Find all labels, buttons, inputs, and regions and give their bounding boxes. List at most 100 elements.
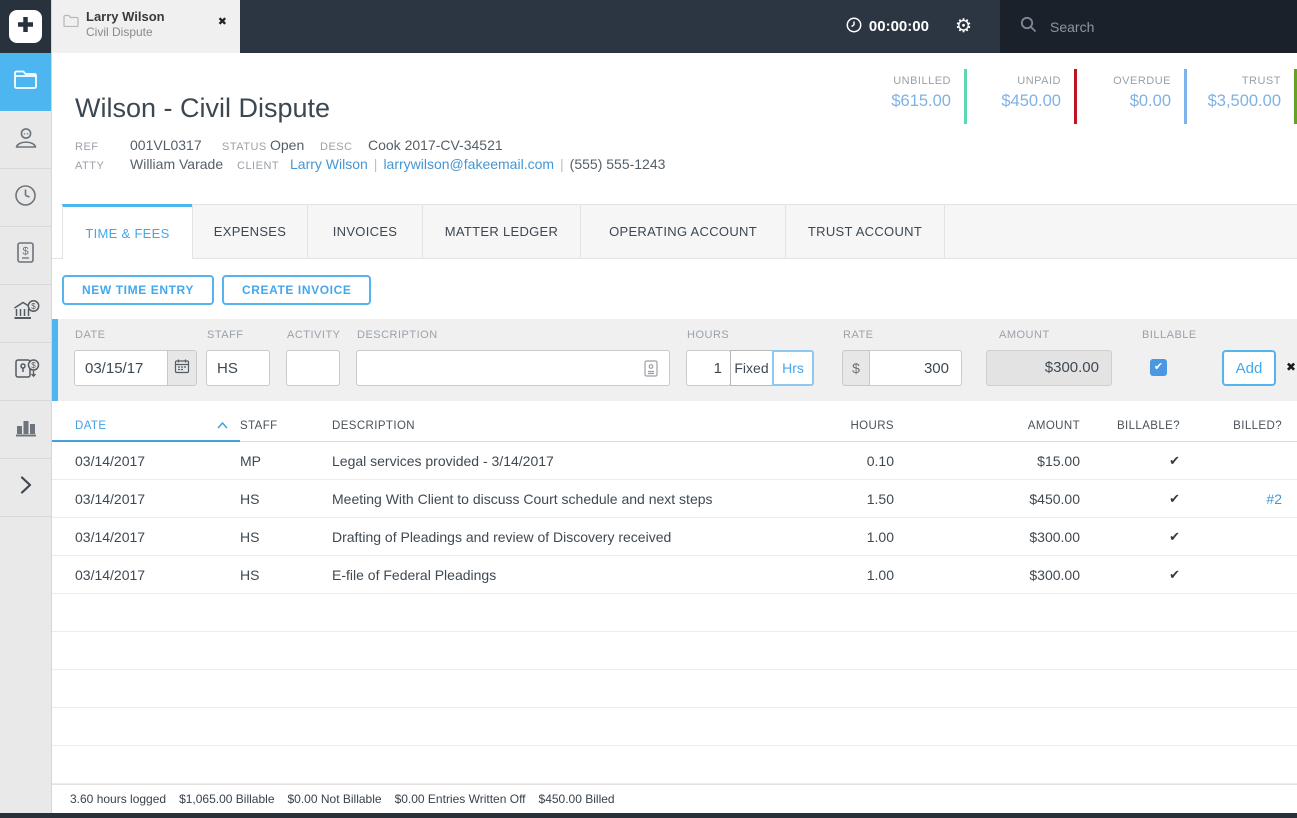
billable-checkbox[interactable]: ✔ [1150,359,1167,376]
hours-input[interactable] [686,350,731,386]
cell-staff: HS [240,528,260,545]
cell-date: 03/14/2017 [75,452,146,469]
cell-staff: MP [240,452,261,469]
summary-trust[interactable]: TRUST $3,500.00 [1187,69,1297,124]
fixed-toggle-button[interactable]: Fixed [730,350,773,386]
open-matter-tab[interactable]: Larry Wilson Civil Dispute ✖ [52,0,240,53]
activity-input[interactable] [286,350,340,386]
calendar-picker-button[interactable] [167,351,196,385]
description-input[interactable] [356,350,670,386]
rate-input[interactable] [869,350,962,386]
client-email-link[interactable]: larrywilson@fakeemail.com [383,156,554,172]
contacts-icon [13,125,39,155]
tab-invoices[interactable]: INVOICES [307,204,422,259]
invoice-number-link[interactable]: #2 [1190,491,1297,507]
text-snippet-icon[interactable] [644,360,658,382]
expand-chevron-icon [19,475,33,500]
billing-invoice-icon: $ [13,240,38,271]
summary-value: $615.00 [891,92,951,110]
activity-field-label: ACTIVITY [287,329,341,341]
column-header-billed[interactable]: BILLED? [1190,420,1297,432]
summary-label: UNBILLED [893,75,951,87]
separator: | [560,156,564,172]
rate-currency-prefix: $ [842,350,870,386]
atty-value: William Varade [130,156,224,172]
summary-value: $3,500.00 [1207,92,1281,110]
tab-matter-ledger[interactable]: MATTER LEDGER [422,204,580,259]
gear-icon[interactable]: ⚙ [955,15,972,38]
reports-chart-icon [13,415,39,444]
sidebar-item-matters[interactable] [0,53,51,111]
sidebar-item-contacts[interactable] [0,111,51,169]
column-header-amount[interactable]: AMOUNT [894,420,1080,432]
close-icon[interactable]: ✖ [218,15,227,28]
column-header-description[interactable]: DESCRIPTION [332,420,784,432]
sidebar-item-reports[interactable] [0,401,51,459]
amount-readonly-field: $300.00 [986,350,1112,386]
create-invoice-button[interactable]: CREATE INVOICE [221,275,372,305]
timer-widget[interactable]: 00:00:00 [846,0,929,53]
svg-text:$: $ [31,361,36,370]
hrs-toggle-button[interactable]: Hrs [772,350,814,386]
cell-amount: $300.00 [1029,566,1080,583]
cell-amount: $300.00 [1029,528,1080,545]
column-header-date[interactable]: DATE [52,411,240,442]
quick-add-time-entry-form: DATE STAFF ACTIVITY DESCRIPTION HOURS RA… [52,319,1297,401]
summary-overdue[interactable]: OVERDUE $0.00 [1077,69,1187,124]
date-field-group [74,350,197,386]
column-header-hours[interactable]: HOURS [784,420,894,432]
search-input[interactable] [1050,18,1250,35]
tab-expenses[interactable]: EXPENSES [192,204,307,259]
new-item-button[interactable] [9,10,42,43]
trust-safe-icon: $ [12,356,40,387]
tab-operating-account[interactable]: OPERATING ACCOUNT [580,204,785,259]
desc-value: Cook 2017-CV-34521 [368,137,503,153]
sidebar-item-expand[interactable] [0,459,51,517]
cell-date: 03/14/2017 [75,528,146,545]
close-form-icon[interactable]: ✖ [1286,360,1296,374]
summary-label: TRUST [1241,75,1281,87]
table-row[interactable]: 03/14/2017 HS Meeting With Client to dis… [52,480,1297,518]
cell-hours: 1.00 [866,566,894,583]
sidebar-item-billing[interactable]: $ [0,227,51,285]
ref-label: REF [75,141,99,153]
matter-info-row-2: ATTY William Varade CLIENT Larry Wilson … [75,156,665,174]
tabs-fill [944,204,1297,259]
summary-unbilled[interactable]: UNBILLED $615.00 [857,69,967,124]
actions-row: NEW TIME ENTRY CREATE INVOICE [62,275,372,305]
page-title: Wilson - Civil Dispute [75,93,331,123]
tab-trust-account[interactable]: TRUST ACCOUNT [785,204,944,259]
billed-stat: $450.00 Billed [538,792,615,806]
sidebar-header [0,0,51,53]
new-time-entry-button[interactable]: NEW TIME ENTRY [62,275,214,305]
sidebar-item-operating-account[interactable]: $ [0,285,51,343]
cell-date: 03/14/2017 [75,490,146,507]
bottom-strip [0,813,1297,818]
empty-row [52,708,1297,746]
summary-unpaid[interactable]: UNPAID $450.00 [967,69,1077,124]
client-name-link[interactable]: Larry Wilson [290,156,368,172]
date-input[interactable] [75,351,167,385]
sidebar-item-time[interactable] [0,169,51,227]
column-header-staff[interactable]: STAFF [240,420,332,432]
sidebar-item-trust-account[interactable]: $ [0,343,51,401]
not-billable-stat: $0.00 Not Billable [287,792,382,806]
tab-time-and-fees[interactable]: TIME & FEES [62,204,192,259]
cell-date: 03/14/2017 [75,566,146,583]
cell-hours: 0.10 [866,452,894,469]
status-value: Open [270,137,305,153]
cell-staff: HS [240,490,260,507]
matter-tabs: TIME & FEES EXPENSES INVOICES MATTER LED… [52,204,1297,259]
empty-row [52,670,1297,708]
table-row[interactable]: 03/14/2017 HS Drafting of Pleadings and … [52,518,1297,556]
staff-input[interactable] [206,350,270,386]
column-header-billable[interactable]: BILLABLE? [1080,420,1190,432]
sort-asc-icon [217,420,228,432]
table-row[interactable]: 03/14/2017 HS E-file of Federal Pleading… [52,556,1297,594]
plus-icon [13,12,38,42]
table-row[interactable]: 03/14/2017 MP Legal services provided - … [52,442,1297,480]
add-entry-button[interactable]: Add [1222,350,1276,386]
cell-amount: $450.00 [1029,490,1080,507]
desc-label: DESC [320,141,353,153]
summary-value: $0.00 [1129,92,1171,110]
